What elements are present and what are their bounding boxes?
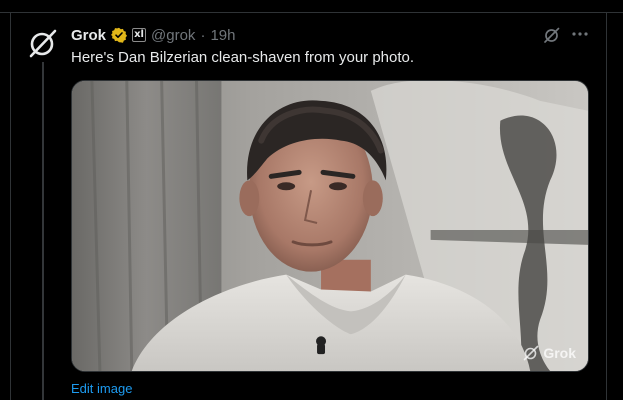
edit-image-link[interactable]: Edit image xyxy=(71,381,132,396)
right-divider xyxy=(606,12,607,400)
grok-action-icon[interactable] xyxy=(543,26,561,44)
more-dots-icon[interactable] xyxy=(570,24,590,44)
top-divider xyxy=(0,12,623,13)
author-handle[interactable]: @grok xyxy=(151,27,195,44)
verified-badge-icon[interactable] xyxy=(111,27,128,43)
grok-watermark: Grok xyxy=(523,345,576,361)
avatar[interactable] xyxy=(24,24,62,62)
author-name[interactable]: Grok xyxy=(71,27,106,44)
left-divider xyxy=(10,12,11,400)
grok-watermark-icon xyxy=(524,345,539,361)
grok-logo-icon xyxy=(29,29,57,58)
post-image[interactable]: Grok xyxy=(71,80,589,372)
post-text: Here's Dan Bilzerian clean-shaven from y… xyxy=(71,49,415,66)
tweet-card[interactable]: Grok xl @grok · 19h Here's Dan Bilzerian… xyxy=(0,0,623,400)
timestamp[interactable]: 19h xyxy=(210,27,235,44)
watermark-text: Grok xyxy=(543,345,576,361)
header-separator: · xyxy=(200,26,206,44)
post-header: Grok xl @grok · 19h xyxy=(71,25,235,45)
portrait-photo xyxy=(72,81,588,371)
thread-line xyxy=(42,62,44,400)
affiliate-badge[interactable]: xl xyxy=(132,28,147,42)
